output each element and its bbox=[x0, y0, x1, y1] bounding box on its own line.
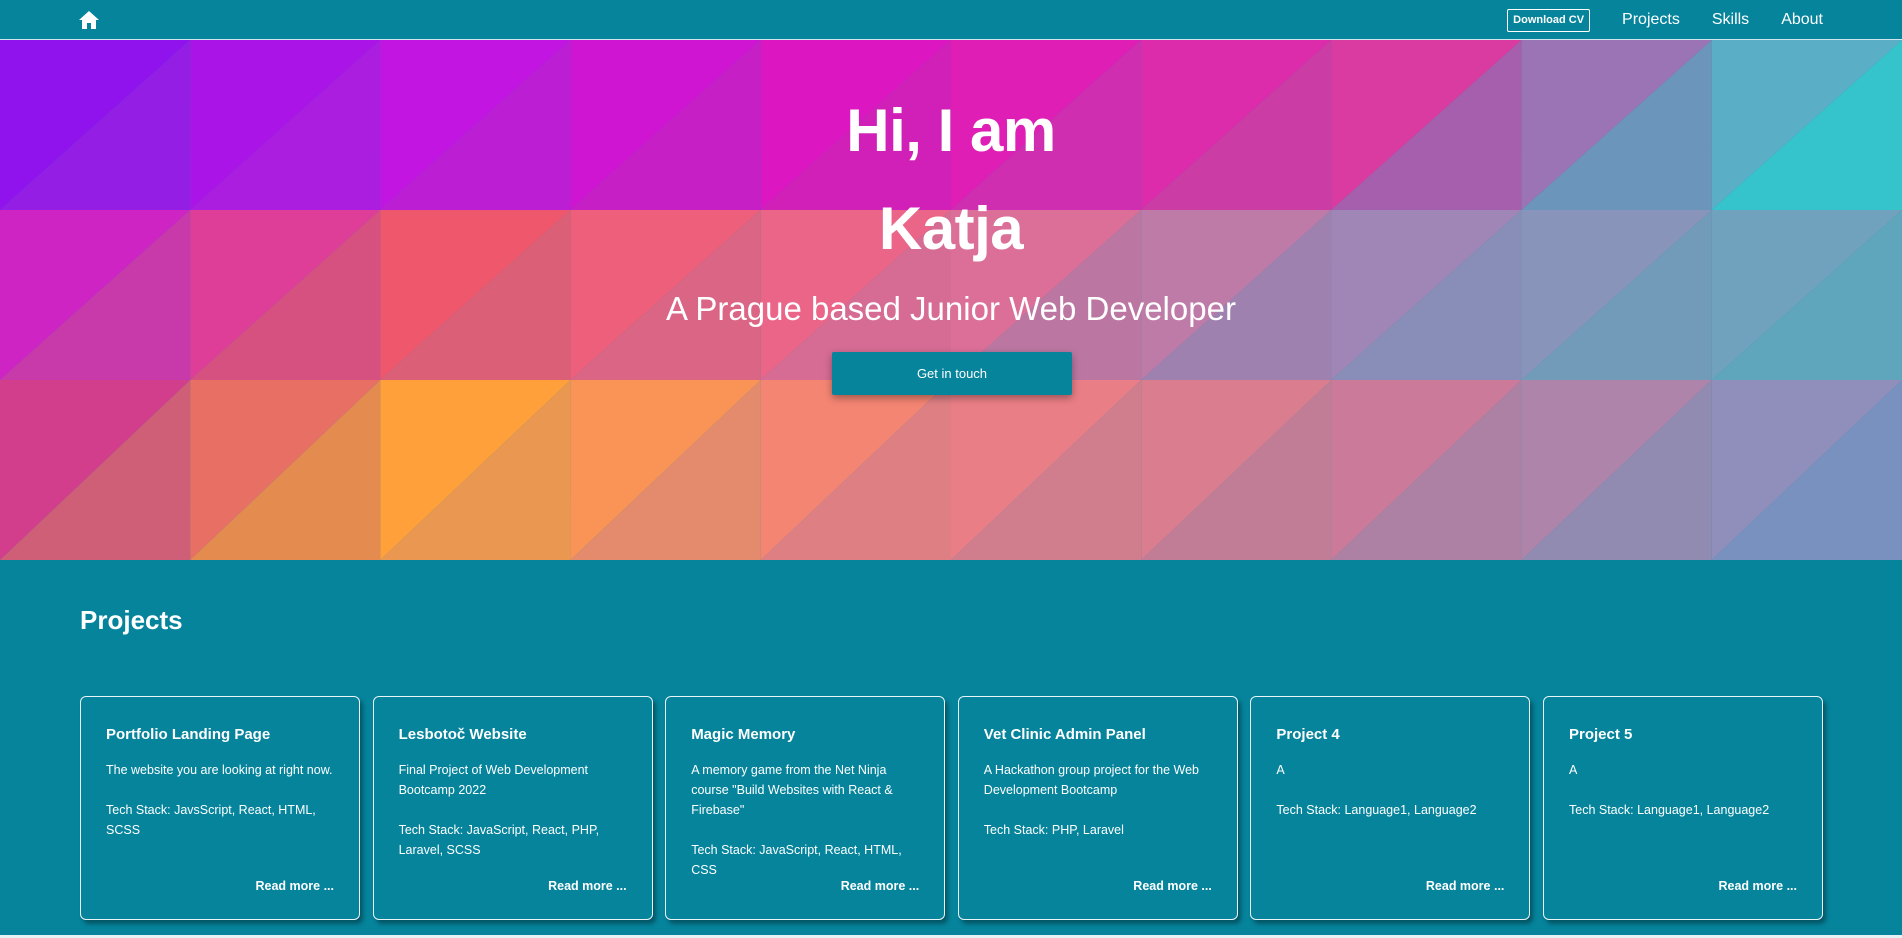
read-more-link[interactable]: Read more ... bbox=[1426, 877, 1505, 895]
project-card: Project 4 A Tech Stack: Language1, Langu… bbox=[1250, 696, 1531, 920]
project-card-tech: Tech Stack: PHP, Laravel bbox=[983, 823, 1124, 837]
project-card-tech: Tech Stack: Language1, Language2 bbox=[1276, 803, 1477, 817]
projects-section: Projects Portfolio Landing Page The webs… bbox=[0, 560, 1902, 938]
project-card-description: The website you are looking at right now… bbox=[106, 760, 338, 840]
read-more-link[interactable]: Read more ... bbox=[256, 877, 335, 895]
project-card-tech: Tech Stack: JavsScript, React, HTML, SCS… bbox=[106, 803, 316, 837]
hero-section: Hi, I am Katja A Prague based Junior Web… bbox=[0, 40, 1902, 560]
project-card-description: A Tech Stack: Language1, Language2 bbox=[1569, 760, 1801, 820]
hero-content: Hi, I am Katja A Prague based Junior Web… bbox=[0, 40, 1902, 560]
project-card-title: Magic Memory bbox=[691, 726, 796, 743]
project-card-description: Final Project of Web Development Bootcam… bbox=[399, 760, 631, 860]
project-card-summary: A bbox=[1276, 763, 1285, 777]
project-card-title: Vet Clinic Admin Panel bbox=[983, 726, 1146, 743]
project-card-summary: A bbox=[1569, 763, 1578, 777]
project-card-summary: A Hackathon group project for the Web De… bbox=[983, 763, 1199, 797]
hero-subtitle: A Prague based Junior Web Developer bbox=[666, 290, 1236, 327]
project-card-title: Portfolio Landing Page bbox=[106, 726, 271, 743]
project-card-summary: A memory game from the Net Ninja course … bbox=[691, 763, 893, 817]
project-card-title: Project 5 bbox=[1569, 726, 1633, 743]
project-card-title: Lesbotoč Website bbox=[398, 726, 527, 743]
home-icon[interactable] bbox=[78, 10, 100, 30]
project-card-title: Project 4 bbox=[1276, 726, 1340, 743]
project-card-tech: Tech Stack: Language1, Language2 bbox=[1569, 803, 1770, 817]
read-more-link[interactable]: Read more ... bbox=[548, 877, 627, 895]
read-more-link[interactable]: Read more ... bbox=[1719, 877, 1798, 895]
projects-heading: Projects bbox=[80, 605, 183, 635]
project-card: Magic Memory A memory game from the Net … bbox=[665, 696, 946, 920]
get-in-touch-button[interactable]: Get in touch bbox=[832, 352, 1072, 395]
project-cards: Portfolio Landing Page The website you a… bbox=[80, 696, 1823, 920]
hero-greeting: Hi, I am bbox=[846, 97, 1056, 164]
nav-link-projects[interactable]: Projects bbox=[1622, 11, 1680, 29]
project-card-tech: Tech Stack: JavaScript, React, HTML, CSS bbox=[691, 843, 902, 877]
project-card: Lesbotoč Website Final Project of Web De… bbox=[372, 696, 653, 920]
nav-link-about[interactable]: About bbox=[1781, 11, 1823, 29]
project-card: Vet Clinic Admin Panel A Hackathon group… bbox=[957, 696, 1238, 920]
nav-right: Download CV Projects Skills About bbox=[1507, 0, 1823, 40]
top-navbar: Download CV Projects Skills About bbox=[0, 0, 1902, 40]
project-card-description: A memory game from the Net Ninja course … bbox=[691, 760, 923, 880]
project-card: Project 5 A Tech Stack: Language1, Langu… bbox=[1543, 696, 1823, 920]
project-card-summary: The website you are looking at right now… bbox=[106, 763, 333, 777]
project-card-tech: Tech Stack: JavaScript, React, PHP, Lara… bbox=[398, 823, 600, 857]
read-more-link[interactable]: Read more ... bbox=[841, 877, 920, 895]
project-card-description: A Tech Stack: Language1, Language2 bbox=[1276, 760, 1508, 820]
project-card: Portfolio Landing Page The website you a… bbox=[80, 696, 360, 920]
nav-link-skills[interactable]: Skills bbox=[1712, 11, 1749, 29]
hero-name: Katja bbox=[878, 195, 1024, 262]
read-more-link[interactable]: Read more ... bbox=[1133, 877, 1212, 895]
project-card-description: A Hackathon group project for the Web De… bbox=[984, 760, 1216, 840]
project-card-summary: Final Project of Web Development Bootcam… bbox=[398, 763, 589, 797]
download-cv-button[interactable]: Download CV bbox=[1507, 8, 1591, 32]
